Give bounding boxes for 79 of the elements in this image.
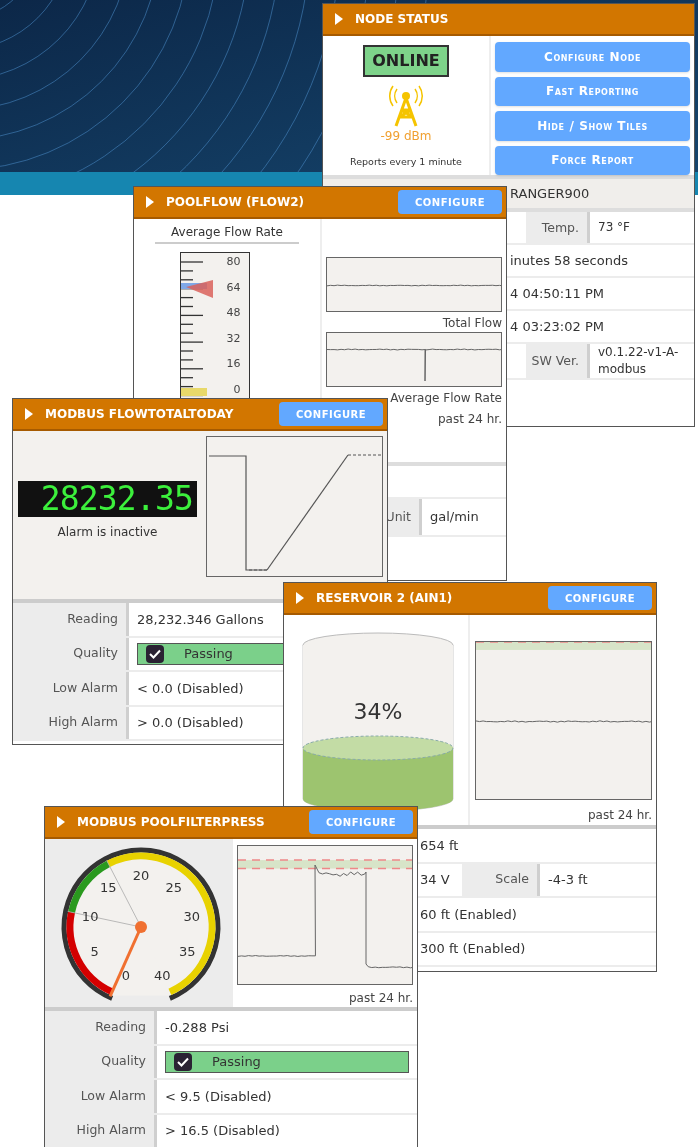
gauge-tick-label: 30 bbox=[183, 909, 201, 925]
row-label: Reading bbox=[67, 609, 118, 628]
chart-label: Total Flow bbox=[442, 315, 502, 332]
scale-label: 64 bbox=[226, 279, 241, 296]
chart-footnote: past 24 hr. bbox=[348, 990, 413, 1007]
tile-title: MODBUS POOLFILTERPRESS bbox=[77, 814, 265, 831]
gauge-tick-label: 0 bbox=[121, 967, 130, 983]
online-status: ONLINE bbox=[363, 45, 449, 77]
row-value: gal/min bbox=[430, 508, 479, 527]
configure-button[interactable]: CONFIGURE bbox=[279, 402, 383, 426]
expand-triangle-icon[interactable] bbox=[335, 13, 343, 25]
row-value: > 0.0 (Disabled) bbox=[136, 714, 244, 732]
row-value: 60 ft (Enabled) bbox=[419, 905, 517, 924]
signal-tower-icon bbox=[389, 83, 423, 127]
gauge-tick-label: 20 bbox=[132, 868, 150, 883]
chart-footnote: past 24 hr. bbox=[587, 807, 652, 824]
row-value: inutes 58 seconds bbox=[510, 251, 628, 270]
row-value: v0.1.22-v1-A-modbus bbox=[598, 344, 680, 378]
scale-label: 48 bbox=[226, 305, 241, 321]
row-value: -4-3 ft bbox=[547, 871, 588, 889]
row-label: Low Alarm bbox=[52, 678, 118, 697]
row-value: 28,232.346 Gallons bbox=[136, 610, 264, 629]
gauge-tick-label: 35 bbox=[179, 943, 196, 959]
gauge-tick-label: 25 bbox=[165, 879, 182, 895]
expand-triangle-icon[interactable] bbox=[146, 196, 154, 208]
gauge-tick-label: 5 bbox=[90, 943, 99, 959]
expand-triangle-icon[interactable] bbox=[57, 816, 65, 828]
gauge-tick-label: 10 bbox=[81, 909, 99, 925]
gauge-tick-label: 15 bbox=[100, 879, 117, 895]
chart-footnote: past 24 hr. bbox=[437, 411, 502, 428]
configure-button[interactable]: CONFIGURE bbox=[309, 810, 413, 834]
expand-triangle-icon[interactable] bbox=[25, 408, 33, 420]
report-interval: Reports every 1 minute bbox=[350, 155, 462, 169]
row-value: < 0.0 (Disabled) bbox=[136, 679, 244, 698]
row-label: Quality bbox=[101, 1052, 146, 1071]
row-label: Low Alarm bbox=[80, 1086, 146, 1105]
row-value: 654 ft bbox=[419, 836, 459, 855]
node-action-button[interactable]: Hide / Show Tiles bbox=[495, 111, 690, 141]
node-action-button[interactable]: Fast Reporting bbox=[495, 76, 690, 106]
row-value: 4 03:23:02 PM bbox=[510, 317, 604, 336]
row-label: SW Ver. bbox=[531, 352, 579, 370]
status-text: Passing bbox=[184, 645, 233, 663]
row-value: > 16.5 (Disabled) bbox=[164, 1122, 280, 1140]
row-value: 4 04:50:11 PM bbox=[510, 284, 604, 303]
row-value: 73 °F bbox=[598, 219, 630, 236]
check-icon bbox=[177, 1056, 189, 1067]
tile-title: POOLFLOW (FLOW2) bbox=[166, 194, 305, 211]
tile-title: MODBUS FLOWTOTALTODAY bbox=[45, 406, 234, 423]
row-value: -0.288 Psi bbox=[164, 1018, 230, 1037]
node-action-button[interactable]: Configure Node bbox=[495, 42, 690, 72]
tile-title: RESERVOIR 2 (AIN1) bbox=[316, 590, 453, 607]
gauge-tick-label: 40 bbox=[153, 967, 171, 983]
row-value: < 9.5 (Disabled) bbox=[164, 1087, 272, 1106]
signal-strength: -99 dBm bbox=[380, 128, 432, 145]
node-name: RANGER900 bbox=[510, 184, 590, 203]
row-value: 300 ft (Enabled) bbox=[419, 940, 526, 958]
tile-title: NODE STATUS bbox=[355, 11, 449, 28]
node-action-button[interactable]: Force Report bbox=[495, 145, 690, 175]
status-text: Passing bbox=[212, 1053, 261, 1071]
row-label: High Alarm bbox=[48, 713, 118, 732]
scale-label: 80 bbox=[226, 254, 241, 270]
row-label: High Alarm bbox=[76, 1121, 146, 1140]
tank-percent: 34% bbox=[352, 698, 404, 726]
alarm-status: Alarm is inactive bbox=[57, 524, 158, 541]
row-label: Reading bbox=[95, 1017, 146, 1036]
row-value: 34 V bbox=[419, 871, 450, 889]
gauge-title: Average Flow Rate bbox=[155, 223, 299, 244]
scale-label: 16 bbox=[226, 356, 241, 372]
chart-label: Average Flow Rate bbox=[390, 390, 502, 407]
configure-button[interactable]: CONFIGURE bbox=[548, 586, 652, 610]
scale-label: 0 bbox=[233, 381, 241, 398]
expand-triangle-icon[interactable] bbox=[296, 592, 304, 604]
row-label: Quality bbox=[73, 644, 118, 663]
scale-label: 32 bbox=[226, 330, 241, 347]
row-label: Temp. bbox=[541, 218, 579, 237]
row-label: Scale bbox=[495, 870, 529, 889]
digital-display: 28232.35 bbox=[18, 481, 197, 517]
check-icon bbox=[149, 648, 161, 659]
configure-button[interactable]: CONFIGURE bbox=[398, 190, 502, 214]
